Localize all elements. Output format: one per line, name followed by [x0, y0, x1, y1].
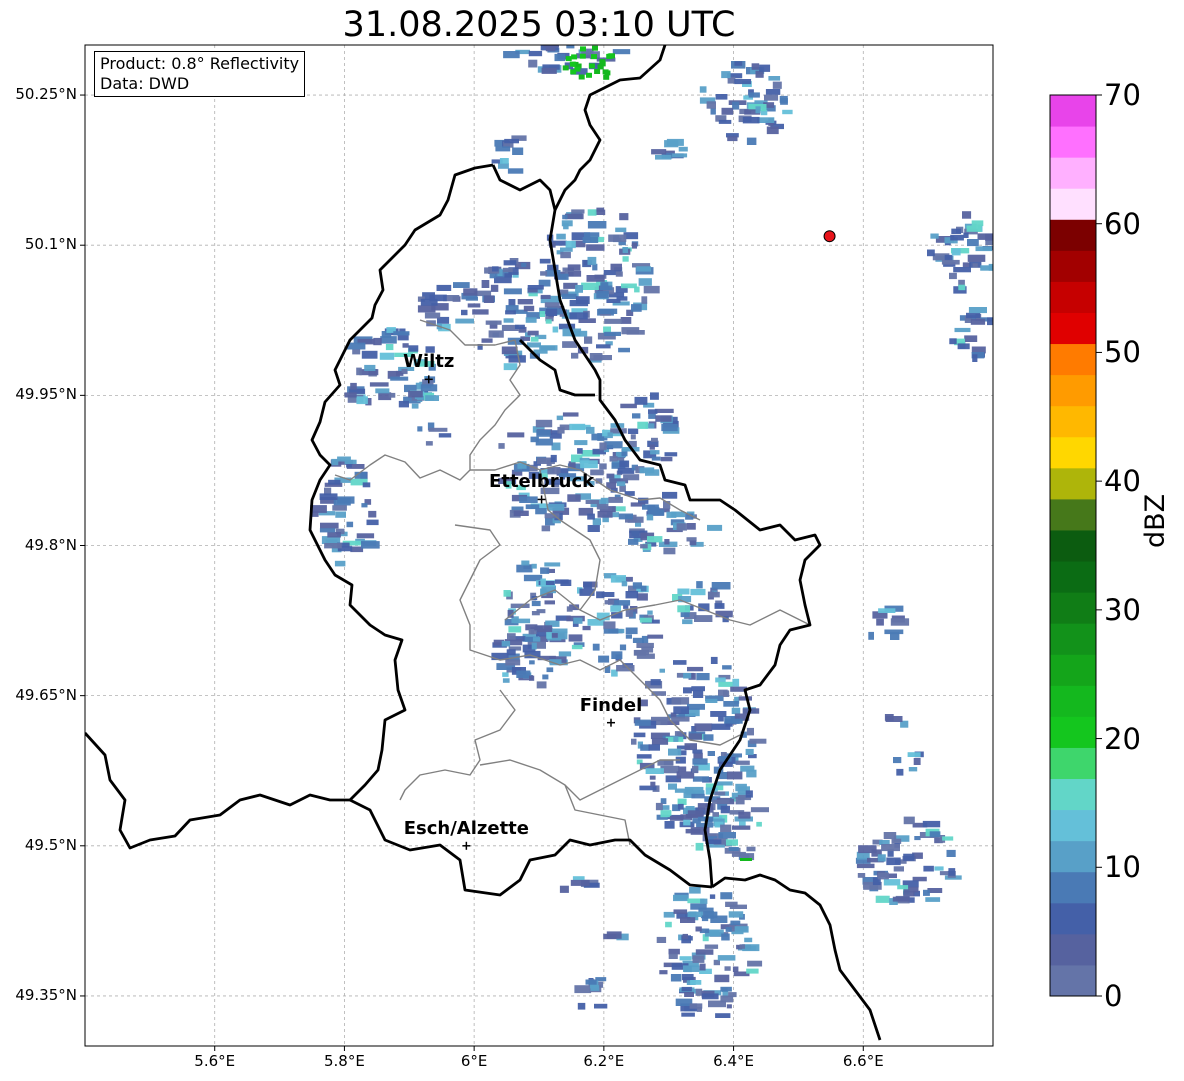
colorbar-segment: [1050, 312, 1096, 345]
city-label: Ettelbruck: [489, 471, 595, 493]
colorbar-segment: [1050, 809, 1096, 842]
colorbar-segment: [1050, 374, 1096, 407]
lat-tick-label: 49.8°N: [24, 535, 77, 554]
colorbar-tick-label: 0: [1104, 979, 1123, 1013]
colorbar-segment: [1050, 529, 1096, 562]
colorbar-segment: [1050, 871, 1096, 904]
colorbar-segment: [1050, 436, 1096, 469]
colorbar-tick-label: 70: [1104, 78, 1141, 112]
colorbar-segment: [1050, 126, 1096, 158]
source-text: Data: DWD: [100, 74, 190, 93]
colorbar-segment: [1050, 685, 1096, 717]
lat-tick-label: 49.65°N: [15, 685, 77, 704]
colorbar-tick-label: 20: [1104, 721, 1141, 756]
colorbar-segment: [1050, 623, 1096, 655]
lat-tick-label: 49.5°N: [24, 835, 77, 854]
lat-tick-label: 50.1°N: [24, 235, 77, 254]
city-label: Esch/Alzette: [403, 817, 529, 839]
lon-tick-label: 6.4°E: [713, 1052, 754, 1070]
lon-tick-label: 6.6°E: [842, 1052, 884, 1070]
product-text: Product: 0.8° Reflectivity: [100, 54, 300, 73]
lat-tick-label: 49.95°N: [15, 385, 77, 404]
colorbar-segment: [1050, 95, 1096, 127]
colorbar-segment: [1050, 405, 1096, 438]
colorbar-segment: [1050, 747, 1096, 780]
colorbar-segment: [1050, 498, 1096, 531]
colorbar-segment: [1050, 902, 1096, 935]
colorbar-tick-label: 40: [1104, 464, 1141, 499]
lat-tick-label: 49.35°N: [15, 985, 77, 1004]
colorbar-label: dBZ: [1140, 493, 1171, 548]
lon-tick-label: 5.6°E: [194, 1052, 236, 1070]
colorbar-segment: [1050, 716, 1096, 748]
colorbar: [1049, 94, 1102, 997]
colorbar-segment: [1050, 840, 1096, 873]
colorbar-segment: [1050, 188, 1096, 220]
lon-tick-label: 6°E: [460, 1052, 488, 1070]
lat-tick-label: 50.25°N: [15, 85, 77, 104]
colorbar-segment: [1050, 157, 1096, 189]
colorbar-segment: [1050, 964, 1096, 997]
colorbar-tick-label: 60: [1104, 206, 1141, 241]
city-label: Wiltz: [403, 351, 455, 373]
colorbar-segment: [1050, 778, 1096, 811]
colorbar-segment: [1050, 250, 1096, 282]
colorbar-segment: [1050, 592, 1096, 624]
lon-tick-label: 5.8°E: [324, 1052, 365, 1070]
colorbar-segment: [1050, 219, 1096, 251]
colorbar-segment: [1050, 561, 1096, 593]
colorbar-segment: [1050, 281, 1096, 313]
colorbar-segment: [1050, 933, 1096, 966]
colorbar-tick-label: 10: [1104, 850, 1141, 885]
colorbar-segment: [1050, 343, 1096, 376]
lon-tick-label: 6.2°E: [583, 1052, 625, 1070]
colorbar-tick-label: 30: [1104, 592, 1141, 627]
colorbar-tick-label: 50: [1104, 335, 1141, 370]
info-box: Product: 0.8° Reflectivity Data: DWD: [94, 51, 306, 97]
colorbar-segment: [1050, 467, 1096, 500]
colorbar-segment: [1050, 654, 1096, 686]
city-label: Findel: [579, 694, 643, 716]
